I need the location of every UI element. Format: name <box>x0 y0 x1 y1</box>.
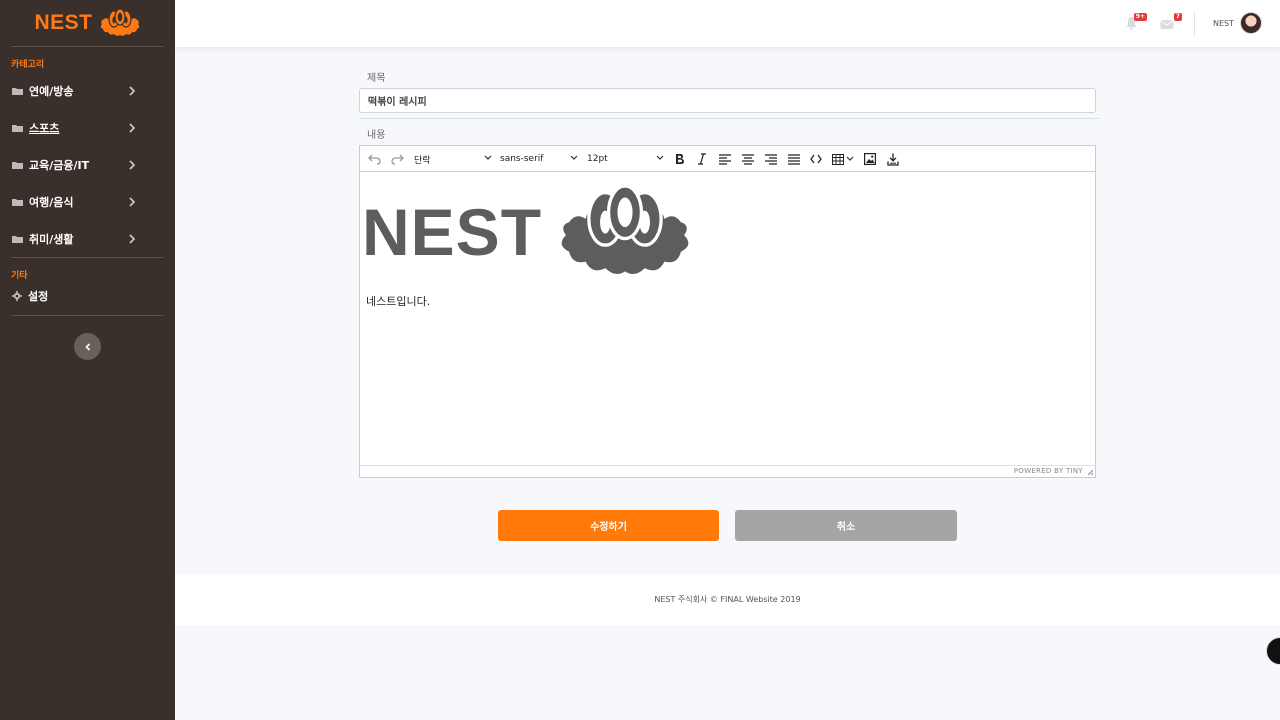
rich-text-editor: 단락 sans-serif 12pt NEST 네스트입니다. POWERED … <box>359 145 1096 478</box>
sidebar-item-entertainment[interactable]: 연예/방송 <box>0 72 175 109</box>
brand-name: NEST <box>34 11 93 34</box>
footer: NEST 주식회사 © FINAL Website 2019 <box>175 574 1280 625</box>
chevron-right-icon <box>129 159 136 170</box>
align-justify-button[interactable] <box>788 151 800 167</box>
font-family-value: sans-serif <box>500 154 544 164</box>
sidebar-item-label: 여행/음식 <box>29 195 74 209</box>
topbar-divider <box>1194 11 1195 36</box>
editor-body-text: 네스트입니다. <box>366 295 431 308</box>
title-input[interactable] <box>359 88 1096 113</box>
alerts-badge: 9+ <box>1133 13 1147 21</box>
folder-icon <box>12 235 23 243</box>
folder-icon <box>12 124 23 132</box>
block-format-value: 단락 <box>414 155 431 166</box>
chevron-left-icon <box>84 342 90 351</box>
download-icon <box>887 153 899 166</box>
code-icon <box>810 154 822 164</box>
font-size-value: 12pt <box>587 154 608 164</box>
sidebar-item-label: 설정 <box>28 290 49 303</box>
alerts-button[interactable]: 9+ <box>1125 13 1147 31</box>
sidebar-item-travel-food[interactable]: 여행/음식 <box>0 183 175 220</box>
content-logo-image: NEST <box>362 182 694 282</box>
footer-text: NEST 주식회사 © FINAL Website 2019 <box>654 595 801 604</box>
chevron-down-icon <box>570 155 578 160</box>
redo-icon <box>391 154 404 165</box>
image-icon <box>864 153 876 165</box>
avatar <box>1240 12 1263 34</box>
align-center-button[interactable] <box>742 151 754 167</box>
sidebar-collapse-button[interactable] <box>74 333 101 360</box>
powered-by-link[interactable]: POWERED BY TINY <box>1014 467 1083 475</box>
title-label: 제목 <box>367 73 386 84</box>
insert-image-button[interactable] <box>864 151 876 167</box>
sidebar-divider <box>11 315 164 316</box>
align-justify-icon <box>788 153 800 165</box>
sidebar-item-label: 교육/금융/IT <box>29 158 90 172</box>
floating-action-button[interactable] <box>1266 637 1280 665</box>
content-logo-text: NEST <box>362 195 543 269</box>
font-family-select[interactable]: sans-serif <box>500 151 578 167</box>
font-size-select[interactable]: 12pt <box>587 151 664 167</box>
gear-icon <box>12 291 22 301</box>
undo-icon <box>368 154 381 165</box>
align-left-button[interactable] <box>719 151 731 167</box>
form-divider <box>359 118 1099 119</box>
bold-button[interactable] <box>674 151 685 167</box>
chevron-down-icon <box>846 156 854 161</box>
chevron-right-icon <box>129 196 136 207</box>
chevron-right-icon <box>129 122 136 133</box>
folder-icon <box>12 87 23 95</box>
align-center-icon <box>742 153 754 165</box>
folder-icon <box>12 161 23 169</box>
envelope-icon <box>1160 20 1174 29</box>
cancel-button[interactable]: 취소 <box>735 510 957 541</box>
download-button[interactable] <box>887 151 899 167</box>
source-code-button[interactable] <box>810 151 822 167</box>
align-right-button[interactable] <box>765 151 777 167</box>
chevron-right-icon <box>129 233 136 244</box>
topbar: 9+ 7 NEST <box>175 0 1280 47</box>
user-name: NEST <box>1213 18 1235 28</box>
block-format-select[interactable]: 단락 <box>414 151 492 167</box>
content-label: 내용 <box>367 130 386 141</box>
sidebar-item-label: 취미/생활 <box>29 232 74 246</box>
submit-button[interactable]: 수정하기 <box>498 510 719 541</box>
table-button[interactable] <box>832 151 854 167</box>
nest-egg-icon <box>100 8 139 36</box>
sidebar-item-sports[interactable]: 스포츠 <box>0 109 175 146</box>
chevron-right-icon <box>129 85 136 96</box>
sidebar: NEST 카테고리 연예/방송 스포츠 교육/금융/IT 여행/음식 취미/생활 <box>0 0 175 720</box>
sidebar-divider <box>11 257 164 258</box>
editor-statusbar: POWERED BY TINY <box>360 465 1095 477</box>
messages-button[interactable]: 7 <box>1160 13 1182 31</box>
brand-logo[interactable]: NEST <box>11 0 164 47</box>
sidebar-item-settings[interactable]: 설정 <box>0 283 175 309</box>
redo-button[interactable] <box>391 151 404 167</box>
italic-button[interactable] <box>697 151 707 167</box>
editor-content[interactable]: NEST 네스트입니다. <box>360 172 1095 466</box>
undo-button[interactable] <box>368 151 381 167</box>
align-right-icon <box>765 153 777 165</box>
resize-handle-icon[interactable] <box>1087 469 1094 476</box>
chevron-down-icon <box>656 155 664 160</box>
etc-heading: 기타 <box>11 271 28 281</box>
editor-toolbar: 단락 sans-serif 12pt <box>360 146 1095 172</box>
chevron-down-icon <box>484 155 492 160</box>
italic-icon <box>698 153 706 165</box>
align-left-icon <box>719 153 731 165</box>
sidebar-item-education-finance-it[interactable]: 교육/금융/IT <box>0 146 175 183</box>
bold-icon <box>676 154 684 164</box>
sidebar-item-label: 스포츠 <box>29 121 60 135</box>
nest-egg-icon <box>561 184 689 275</box>
sidebar-item-label: 연예/방송 <box>29 84 74 98</box>
sidebar-item-hobby-life[interactable]: 취미/생활 <box>0 220 175 257</box>
table-icon <box>832 153 844 165</box>
folder-icon <box>12 198 23 206</box>
messages-badge: 7 <box>1173 13 1182 21</box>
category-heading: 카테고리 <box>11 60 45 70</box>
user-menu[interactable]: NEST <box>1213 12 1263 34</box>
